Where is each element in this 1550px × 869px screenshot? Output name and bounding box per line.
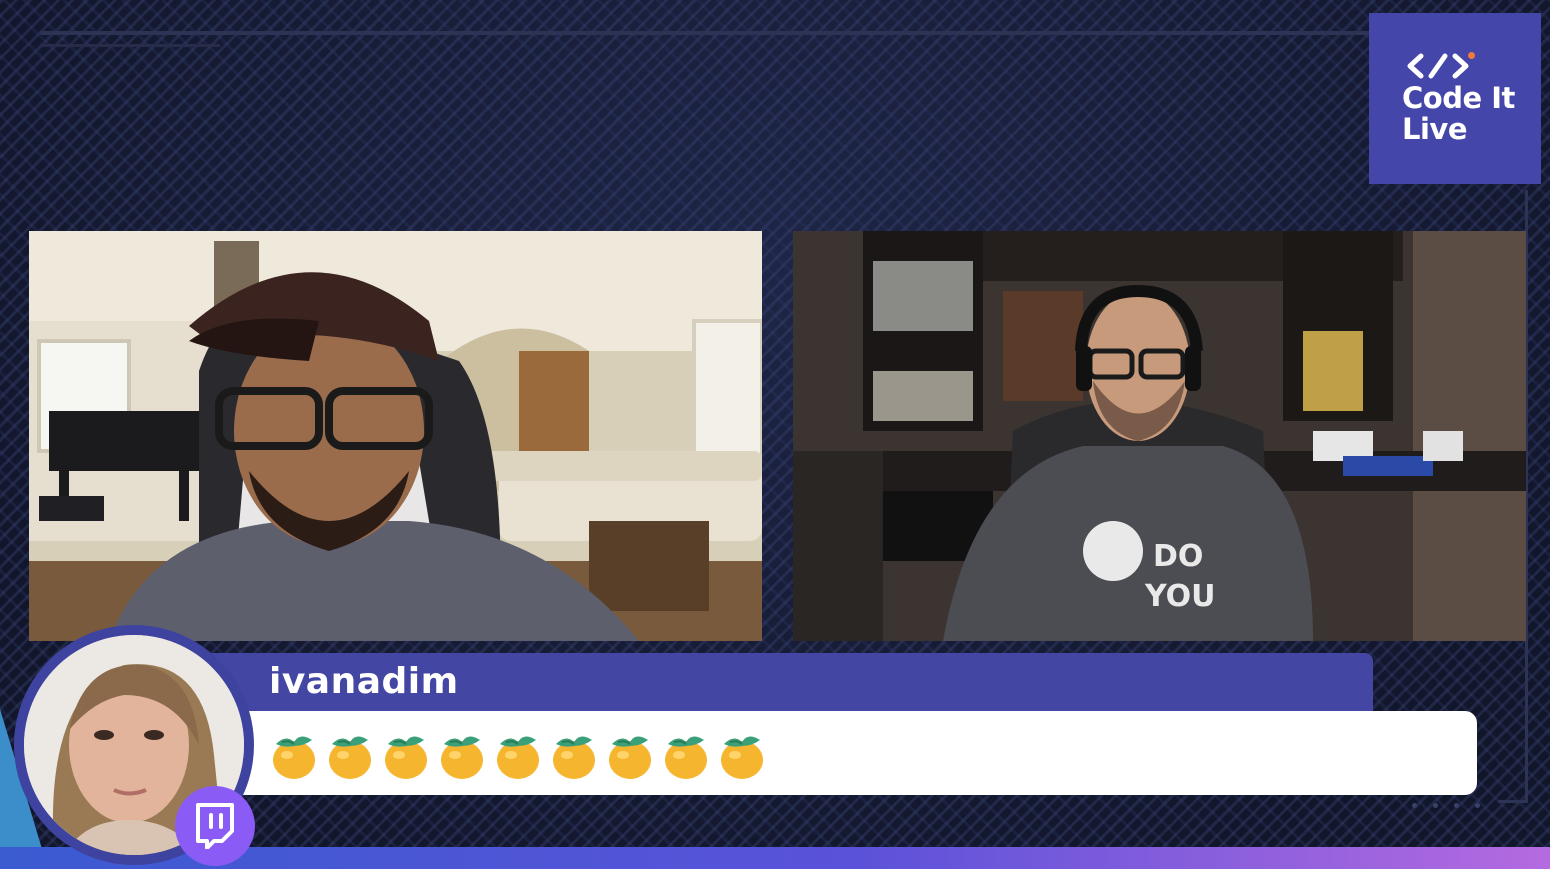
logo-wordmark: Code It Live: [1402, 83, 1515, 145]
decorative-dots: [1412, 803, 1480, 808]
svg-text:DO: DO: [1153, 539, 1203, 574]
orange-emote: [494, 730, 542, 780]
code-it-live-logo: Code It Live: [1369, 13, 1541, 184]
orange-emote: [606, 730, 654, 780]
video-left-scene: [29, 231, 762, 641]
right-divider-foot: [1498, 800, 1528, 803]
twitch-icon: [196, 803, 234, 849]
video-feed-left: [29, 231, 762, 641]
chat-username: ivanadim: [269, 661, 459, 702]
top-divider-line: [40, 31, 1370, 35]
orange-emote: [270, 730, 318, 780]
top-divider-accent: [40, 44, 220, 47]
orange-emote: [326, 730, 374, 780]
orange-emote: [718, 730, 766, 780]
orange-emote: [662, 730, 710, 780]
orange-emote: [438, 730, 486, 780]
logo-accent-dot: [1468, 52, 1475, 59]
video-right-scene: DO YOU: [793, 231, 1526, 641]
logo-line-2: Live: [1402, 112, 1467, 146]
code-brackets-icon: [1407, 53, 1469, 79]
orange-emote: [550, 730, 598, 780]
video-feed-right: DO YOU: [793, 231, 1526, 641]
chat-message-emotes: [270, 730, 766, 780]
orange-emote: [382, 730, 430, 780]
twitch-badge: [175, 786, 255, 866]
svg-text:YOU: YOU: [1144, 579, 1216, 614]
logo-line-1: Code It: [1402, 81, 1515, 115]
